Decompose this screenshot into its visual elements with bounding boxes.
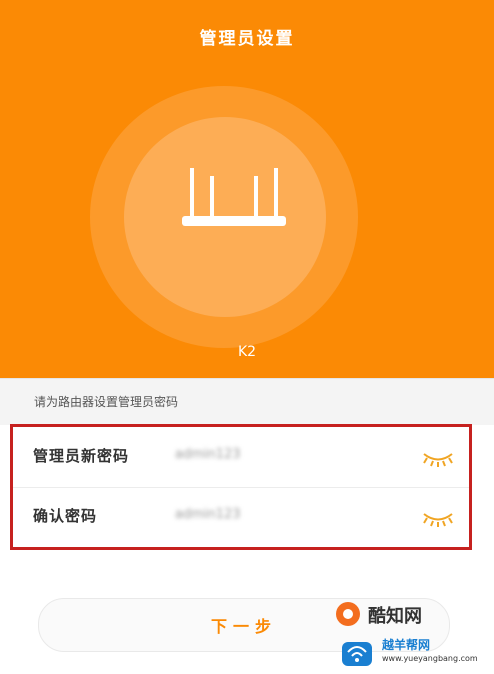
hint-bar: 请为路由器设置管理员密码	[0, 378, 494, 425]
password-form: 管理员新密码 admin123 确认密码 admin123	[10, 424, 472, 550]
router-model: K2	[237, 344, 257, 360]
eye-lashes-icon[interactable]	[421, 449, 455, 467]
eye-lashes-icon[interactable]	[421, 509, 455, 527]
hint-text: 请为路由器设置管理员密码	[34, 395, 179, 409]
router-icon	[182, 168, 286, 226]
header-panel: 管理员设置 K2	[0, 0, 494, 378]
watermark-kuzhi: 酷知网	[334, 600, 454, 630]
confirm-password-input[interactable]: admin123	[175, 507, 241, 522]
confirm-password-row[interactable]: 确认密码 admin123	[13, 487, 469, 547]
watermark-kuzhi-text: 酷知网	[368, 606, 422, 627]
new-password-input[interactable]: admin123	[175, 447, 241, 462]
confirm-password-label: 确认密码	[33, 507, 98, 525]
new-password-row[interactable]: 管理员新密码 admin123	[13, 427, 469, 488]
page-title: 管理员设置	[199, 29, 295, 49]
watermark-yueyang-url: www.yueyangbang.com	[382, 654, 478, 663]
watermark-yueyang: 越羊帮网 www.yueyangbang.com	[340, 634, 490, 670]
watermark-yueyang-title: 越羊帮网	[382, 638, 431, 652]
kuzhi-logo-icon	[336, 602, 360, 626]
new-password-label: 管理员新密码	[33, 447, 130, 465]
yueyang-logo-icon	[342, 642, 372, 666]
